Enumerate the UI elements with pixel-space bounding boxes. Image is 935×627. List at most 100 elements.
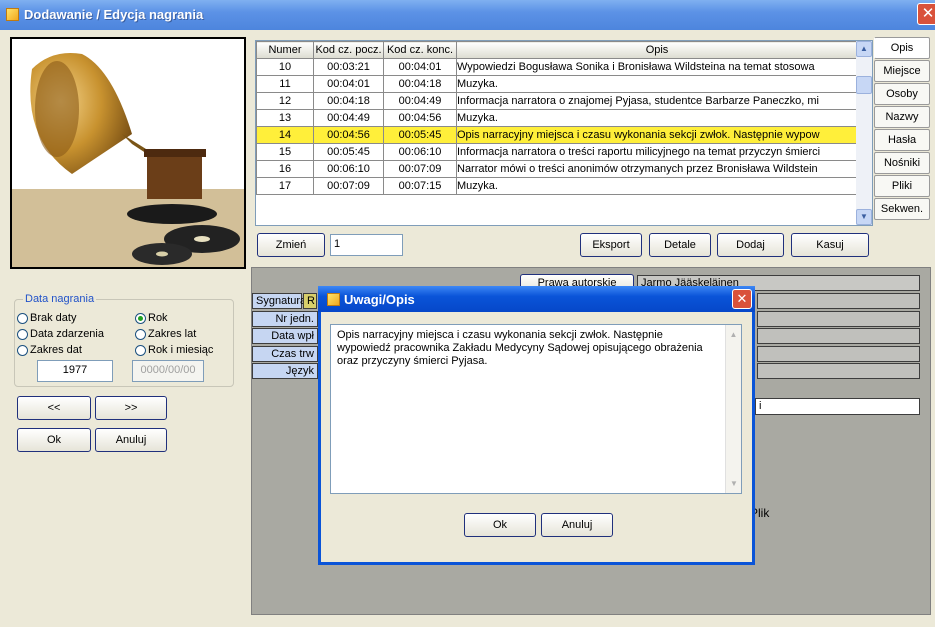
language-field[interactable] (757, 363, 920, 379)
table-cell[interactable]: 00:05:45 (383, 126, 457, 144)
tab-miejsce[interactable]: Miejsce (874, 60, 930, 82)
table-row[interactable]: 17 00:07:09 00:07:15 Muzyka. (256, 177, 858, 195)
radio-label: Zakres dat (30, 344, 82, 356)
table-cell[interactable]: 13 (256, 109, 314, 127)
tab-opis[interactable]: Opis (874, 37, 930, 59)
table-cell[interactable]: Informacja narratora o znajomej Pyjasa, … (456, 92, 858, 110)
table-cell[interactable]: 14 (256, 126, 314, 144)
table-cell[interactable]: Opis narracyjny miejsca i czasu wykonani… (456, 126, 858, 144)
dialog-app-icon (327, 293, 340, 306)
radio-date-range[interactable]: Zakres dat (17, 344, 82, 356)
scroll-down-icon[interactable]: ▼ (726, 477, 742, 490)
dialog-cancel-button[interactable]: Anuluj (541, 513, 613, 537)
window-title: Dodawanie / Edycja nagrania (24, 7, 204, 22)
col-header[interactable]: Kod cz. konc. (383, 41, 457, 59)
table-cell[interactable]: Wypowiedzi Bogusława Sonika i Bronisława… (456, 58, 858, 76)
scroll-up-icon[interactable]: ▲ (856, 41, 872, 57)
table-cell[interactable]: 00:04:49 (313, 109, 384, 127)
table-cell[interactable]: 17 (256, 177, 314, 195)
dialog-close-button[interactable]: ✕ (732, 289, 752, 309)
table-cell[interactable]: 00:07:09 (313, 177, 384, 195)
radio-year[interactable]: Rok (135, 312, 168, 324)
tab-pliki[interactable]: Pliki (874, 175, 930, 197)
table-cell[interactable]: 16 (256, 160, 314, 178)
table-row[interactable]: 12 00:04:18 00:04:49 Informacja narratora o… (256, 92, 858, 110)
next-button[interactable]: >> (95, 396, 167, 420)
table-cell[interactable]: Muzyka. (456, 75, 858, 93)
export-button[interactable]: Eksport (580, 233, 642, 257)
tab-nosniki[interactable]: Nośniki (874, 152, 930, 174)
table-row[interactable]: 11 00:04:01 00:04:18 Muzyka. (256, 75, 858, 93)
tab-sekwen[interactable]: Sekwen. (874, 198, 930, 220)
table-cell[interactable]: Muzyka. (456, 177, 858, 195)
segments-table[interactable]: Numer Kod cz. pocz. Kod cz. konc. Opis 1… (255, 40, 873, 226)
table-cell[interactable]: 00:04:01 (313, 75, 384, 93)
tab-nazwy[interactable]: Nazwy (874, 106, 930, 128)
change-button[interactable]: Zmień (257, 233, 325, 257)
dialog-ok-button[interactable]: Ok (464, 513, 536, 537)
radio-event-date[interactable]: Data zdarzenia (17, 328, 104, 340)
table-cell[interactable]: 00:06:10 (383, 143, 457, 161)
radio-year-month[interactable]: Rok i miesiąc (135, 344, 213, 356)
scroll-up-icon[interactable]: ▲ (726, 328, 741, 341)
window-close-button[interactable]: ✕ (917, 3, 935, 25)
row-number-input[interactable]: 1 (330, 234, 403, 256)
duration-field[interactable] (757, 346, 920, 362)
radio-year-range[interactable]: Zakres lat (135, 328, 196, 340)
delete-button[interactable]: Kasuj (791, 233, 869, 257)
table-cell[interactable]: Muzyka. (456, 109, 858, 127)
add-button[interactable]: Dodaj (717, 233, 784, 257)
prev-button[interactable]: << (17, 396, 91, 420)
unit-number-label: Nr jedn. (252, 311, 318, 327)
table-row[interactable]: 13 00:04:49 00:04:56 Muzyka. (256, 109, 858, 127)
notes-textarea[interactable]: Opis narracyjny miejsca i czasu wykonani… (330, 324, 742, 494)
table-cell[interactable]: 00:04:56 (383, 109, 457, 127)
table-cell[interactable]: 15 (256, 143, 314, 161)
cancel-button[interactable]: Anuluj (95, 428, 167, 452)
notes-scrollbar[interactable]: ▲ ▼ (725, 325, 741, 493)
col-header[interactable]: Opis (456, 41, 858, 59)
signature-field[interactable]: R (303, 293, 317, 309)
table-cell[interactable]: 00:05:45 (313, 143, 384, 161)
year-input[interactable]: 1977 (37, 360, 113, 382)
table-cell[interactable]: 00:04:18 (313, 92, 384, 110)
radio-icon (17, 344, 28, 356)
entry-date-field[interactable] (757, 328, 920, 344)
table-row[interactable]: 16 00:06:10 00:07:09 Narrator mówi o treści… (256, 160, 858, 178)
radio-icon (17, 312, 28, 324)
unit-number-field[interactable] (757, 311, 920, 327)
tab-osoby[interactable]: Osoby (874, 83, 930, 105)
signature-extra-field[interactable] (757, 293, 920, 309)
tab-hasla[interactable]: Hasła (874, 129, 930, 151)
table-cell[interactable]: 11 (256, 75, 314, 93)
date-input[interactable]: 0000/00/00 (132, 360, 204, 382)
table-cell[interactable]: 00:03:21 (313, 58, 384, 76)
table-cell[interactable]: Narrator mówi o treści anonimów otrzyman… (456, 160, 858, 178)
table-cell[interactable]: 00:04:18 (383, 75, 457, 93)
table-cell[interactable]: 00:07:09 (383, 160, 457, 178)
table-cell[interactable]: 00:04:49 (383, 92, 457, 110)
scroll-thumb[interactable] (856, 76, 872, 94)
notes-dialog: Uwagi/Opis ✕ Opis narracyjny miejsca i c… (318, 286, 755, 565)
table-cell[interactable]: 00:07:15 (383, 177, 457, 195)
table-cell[interactable]: 00:04:56 (313, 126, 384, 144)
table-row[interactable]: 14 00:04:56 00:05:45 Opis narracyjny miejsc… (256, 126, 858, 144)
table-row[interactable]: 15 00:05:45 00:06:10 Informacja narratora o… (256, 143, 858, 161)
col-header[interactable]: Numer (256, 41, 314, 59)
scroll-down-icon[interactable]: ▼ (856, 209, 872, 225)
table-cell[interactable]: 10 (256, 58, 314, 76)
entry-date-label: Data wpł (252, 328, 318, 344)
extra-field[interactable]: i (755, 398, 920, 415)
table-cell[interactable]: 00:06:10 (313, 160, 384, 178)
radio-no-date[interactable]: Brak daty (17, 312, 76, 324)
table-row[interactable]: 10 00:03:21 00:04:01 Wypowiedzi Bogusława S… (256, 58, 858, 76)
details-button[interactable]: Detale (649, 233, 711, 257)
radio-label: Zakres lat (148, 328, 197, 340)
ok-button[interactable]: Ok (17, 428, 91, 452)
col-header[interactable]: Kod cz. pocz. (313, 41, 384, 59)
table-cell[interactable]: Informacja narratora o treści raportu mi… (456, 143, 858, 161)
table-cell[interactable]: 00:04:01 (383, 58, 457, 76)
table-cell[interactable]: 12 (256, 92, 314, 110)
group-legend: Data nagrania (23, 293, 97, 305)
table-scrollbar[interactable]: ▲ ▼ (856, 41, 872, 225)
